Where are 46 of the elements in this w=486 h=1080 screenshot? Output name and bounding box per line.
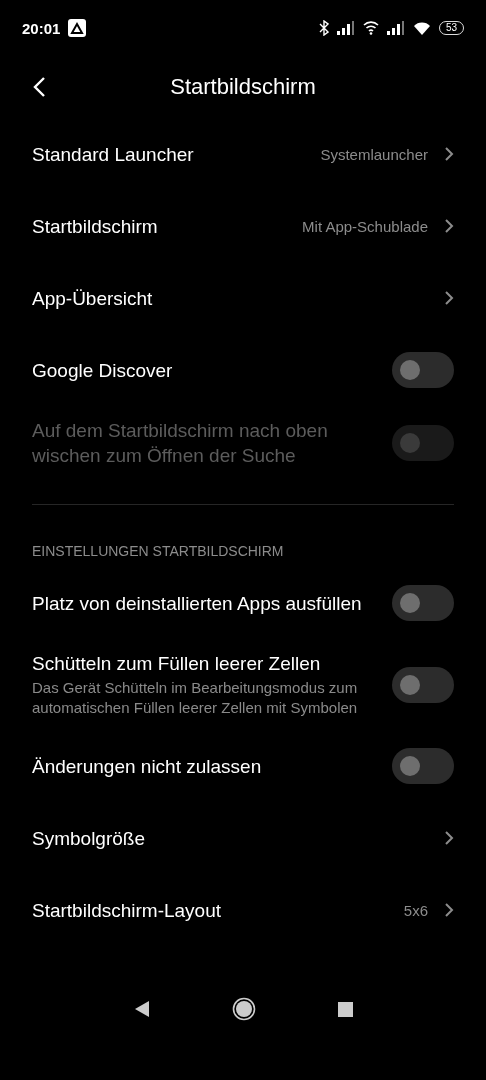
setting-description: Das Gerät Schütteln im Bearbeitungsmodus zum automatischen Füllen leerer Zellen mit Symbolen [32, 678, 359, 718]
home-nav-icon[interactable] [231, 997, 256, 1021]
toggle-switch[interactable] [392, 666, 454, 703]
toggle-switch[interactable] [392, 585, 454, 621]
recents-nav-icon[interactable] [337, 1001, 353, 1017]
wifi-icon [362, 21, 379, 35]
wifi-icon [412, 21, 431, 35]
battery-indicator: 53 [438, 21, 464, 35]
setting-label: Platz von deinstallierten Apps ausfüllen [32, 591, 363, 616]
chevron-right-icon [444, 146, 454, 162]
setting-label: Startbildschirm-Layout [32, 898, 223, 923]
settings-row[interactable]: Schütteln zum Füllen leerer Zellen Das Gerät Schütteln im Bearbeitungsmodus zum automatischen Füllen leerer Zellen mit Symbolen [0, 639, 486, 730]
back-icon [32, 76, 46, 98]
setting-label: Änderungen nicht zulassen [32, 754, 263, 779]
status-time: 20:01 [22, 19, 61, 37]
settings-row[interactable]: Startbildschirm Mit App-Schublade [0, 190, 486, 262]
settings-row[interactable]: Symbolgröße [0, 802, 486, 874]
settings-row[interactable]: Änderungen nicht zulassen [0, 730, 486, 802]
chevron-right-icon [444, 830, 454, 846]
settings-row[interactable]: Platz von deinstallierten Apps ausfüllen [0, 567, 486, 639]
section-title: EINSTELLUNGEN STARTBILDSCHIRM [31, 542, 285, 561]
back-nav-icon[interactable] [133, 1000, 150, 1018]
setting-label: Symbolgröße [32, 826, 146, 851]
chevron-right-icon [444, 290, 454, 306]
settings-row[interactable]: Google Discover [0, 334, 486, 406]
setting-label: App-Übersicht [32, 286, 154, 311]
settings-row[interactable]: Standard Launcher Systemlauncher [0, 118, 486, 190]
app-notification-icon [68, 19, 87, 37]
setting-value: Systemlauncher [320, 145, 428, 163]
setting-label: Standard Launcher [32, 142, 195, 167]
settings-row[interactable]: App-Übersicht [0, 262, 486, 334]
bluetooth-icon [318, 20, 329, 36]
chevron-right-icon [444, 218, 454, 234]
setting-value: 5x6 [403, 901, 428, 919]
page-title: Startbildschirm [170, 74, 316, 100]
setting-label: Auf dem Startbildschirm nach oben wischen zum Öffnen der Suche [32, 419, 329, 468]
toggle-switch[interactable] [392, 352, 454, 388]
setting-label: Schütteln zum Füllen leerer Zellen [32, 652, 322, 676]
chevron-right-icon [444, 902, 454, 918]
setting-label: Google Discover [32, 358, 174, 383]
signal-icon [336, 21, 355, 35]
settings-row[interactable]: Startbildschirm-Layout 5x6 [0, 874, 486, 946]
toggle-switch[interactable] [392, 748, 454, 784]
signal-icon [386, 21, 405, 35]
setting-value: Mit App-Schublade [302, 217, 428, 235]
setting-label: Startbildschirm [32, 214, 159, 239]
